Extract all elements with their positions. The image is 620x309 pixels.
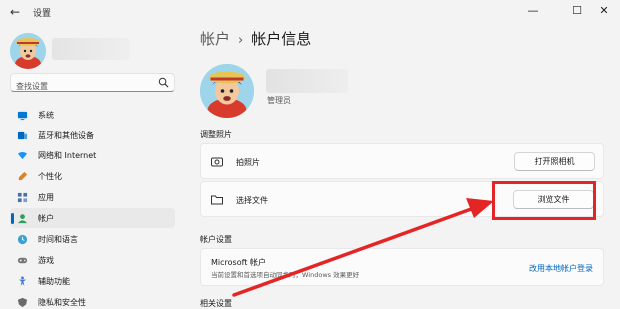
sidebar-item-bluetooth[interactable]: 蓝牙和其他设备 xyxy=(10,125,175,145)
system-icon xyxy=(17,111,28,121)
bluetooth-icon xyxy=(17,131,28,140)
sidebar-item-personalization[interactable]: 个性化 xyxy=(10,166,175,186)
network-icon xyxy=(17,151,28,160)
maximize-icon[interactable]: ☐ xyxy=(567,3,587,19)
page-title: 帐户信息 xyxy=(251,30,312,48)
section-heading-related-settings: 相关设置 xyxy=(200,299,232,308)
close-icon[interactable]: ✕ xyxy=(594,3,614,19)
sidebar-item-label: 隐私和安全性 xyxy=(38,298,86,307)
sidebar-item-time-language[interactable]: 时间和语言 xyxy=(10,229,175,249)
sidebar-item-apps[interactable]: 应用 xyxy=(10,187,175,207)
microsoft-account-description: 当前设置和首选项自动同步时，Windows 效果更好 xyxy=(211,271,360,279)
privacy-icon xyxy=(17,297,28,308)
user-name-redacted xyxy=(52,38,130,60)
profile-name-redacted xyxy=(266,69,348,93)
camera-icon xyxy=(211,157,223,167)
profile-avatar xyxy=(200,64,254,118)
apps-icon xyxy=(17,192,28,203)
sidebar-item-label: 蓝牙和其他设备 xyxy=(38,131,94,140)
folder-icon xyxy=(211,195,223,205)
card-take-photo: 拍照片 打开照相机 xyxy=(200,143,604,179)
sidebar-item-label: 网络和 Internet xyxy=(38,151,97,160)
microsoft-account-title: Microsoft 帐户 xyxy=(211,258,266,267)
sidebar-item-label: 应用 xyxy=(38,193,54,202)
gaming-icon xyxy=(17,257,28,264)
sidebar-item-gaming[interactable]: 游戏 xyxy=(10,250,175,270)
sidebar: 系统 蓝牙和其他设备 网络和 Internet 个性化 应用 帐户 时间和语言 … xyxy=(0,24,186,309)
sidebar-item-label: 系统 xyxy=(38,111,54,120)
sidebar-item-label: 时间和语言 xyxy=(38,235,78,244)
annotation-highlight-box xyxy=(492,181,596,220)
breadcrumb-parent[interactable]: 帐户 xyxy=(200,30,230,48)
title-bar: ← 设置 — ☐ ✕ xyxy=(0,0,620,24)
settings-search-box[interactable] xyxy=(10,73,175,95)
search-input[interactable] xyxy=(11,78,151,95)
sidebar-item-network[interactable]: 网络和 Internet xyxy=(10,145,175,165)
user-avatar[interactable] xyxy=(10,33,46,69)
card-microsoft-account: Microsoft 帐户 当前设置和首选项自动同步时，Windows 效果更好 … xyxy=(200,248,604,286)
sidebar-item-system[interactable]: 系统 xyxy=(10,105,175,125)
personalization-icon xyxy=(18,171,28,181)
profile-role: 管理员 xyxy=(267,96,291,105)
back-arrow-icon[interactable]: ← xyxy=(8,5,22,19)
take-photo-label: 拍照片 xyxy=(236,158,260,167)
breadcrumb: 帐户 › 帐户信息 xyxy=(200,28,311,49)
section-heading-adjust-photo: 调整照片 xyxy=(200,130,232,139)
time-language-icon xyxy=(17,234,28,245)
sidebar-item-label: 辅助功能 xyxy=(38,277,70,286)
sidebar-item-privacy[interactable]: 隐私和安全性 xyxy=(10,292,175,309)
sidebar-item-accessibility[interactable]: 辅助功能 xyxy=(10,271,175,291)
search-icon[interactable] xyxy=(158,77,169,88)
switch-to-local-account-link[interactable]: 改用本地帐户登录 xyxy=(529,263,593,274)
sidebar-item-label: 游戏 xyxy=(38,256,54,265)
sidebar-item-label: 个性化 xyxy=(38,172,62,181)
accessibility-icon xyxy=(18,276,27,287)
sidebar-item-accounts[interactable]: 帐户 xyxy=(10,208,175,228)
sidebar-item-label: 帐户 xyxy=(38,214,54,223)
choose-file-label: 选择文件 xyxy=(236,196,268,205)
minimize-icon[interactable]: — xyxy=(523,3,543,19)
accounts-icon xyxy=(17,214,28,224)
section-heading-account-settings: 帐户设置 xyxy=(200,235,232,244)
breadcrumb-separator: › xyxy=(238,33,244,48)
app-title: 设置 xyxy=(33,9,52,19)
active-indicator xyxy=(11,213,14,224)
main-content: 帐户 › 帐户信息 管理员 调整照片 拍照片 打开照相机 选择文件 浏览文件 帐户设… xyxy=(186,24,620,309)
open-camera-button[interactable]: 打开照相机 xyxy=(514,152,595,171)
